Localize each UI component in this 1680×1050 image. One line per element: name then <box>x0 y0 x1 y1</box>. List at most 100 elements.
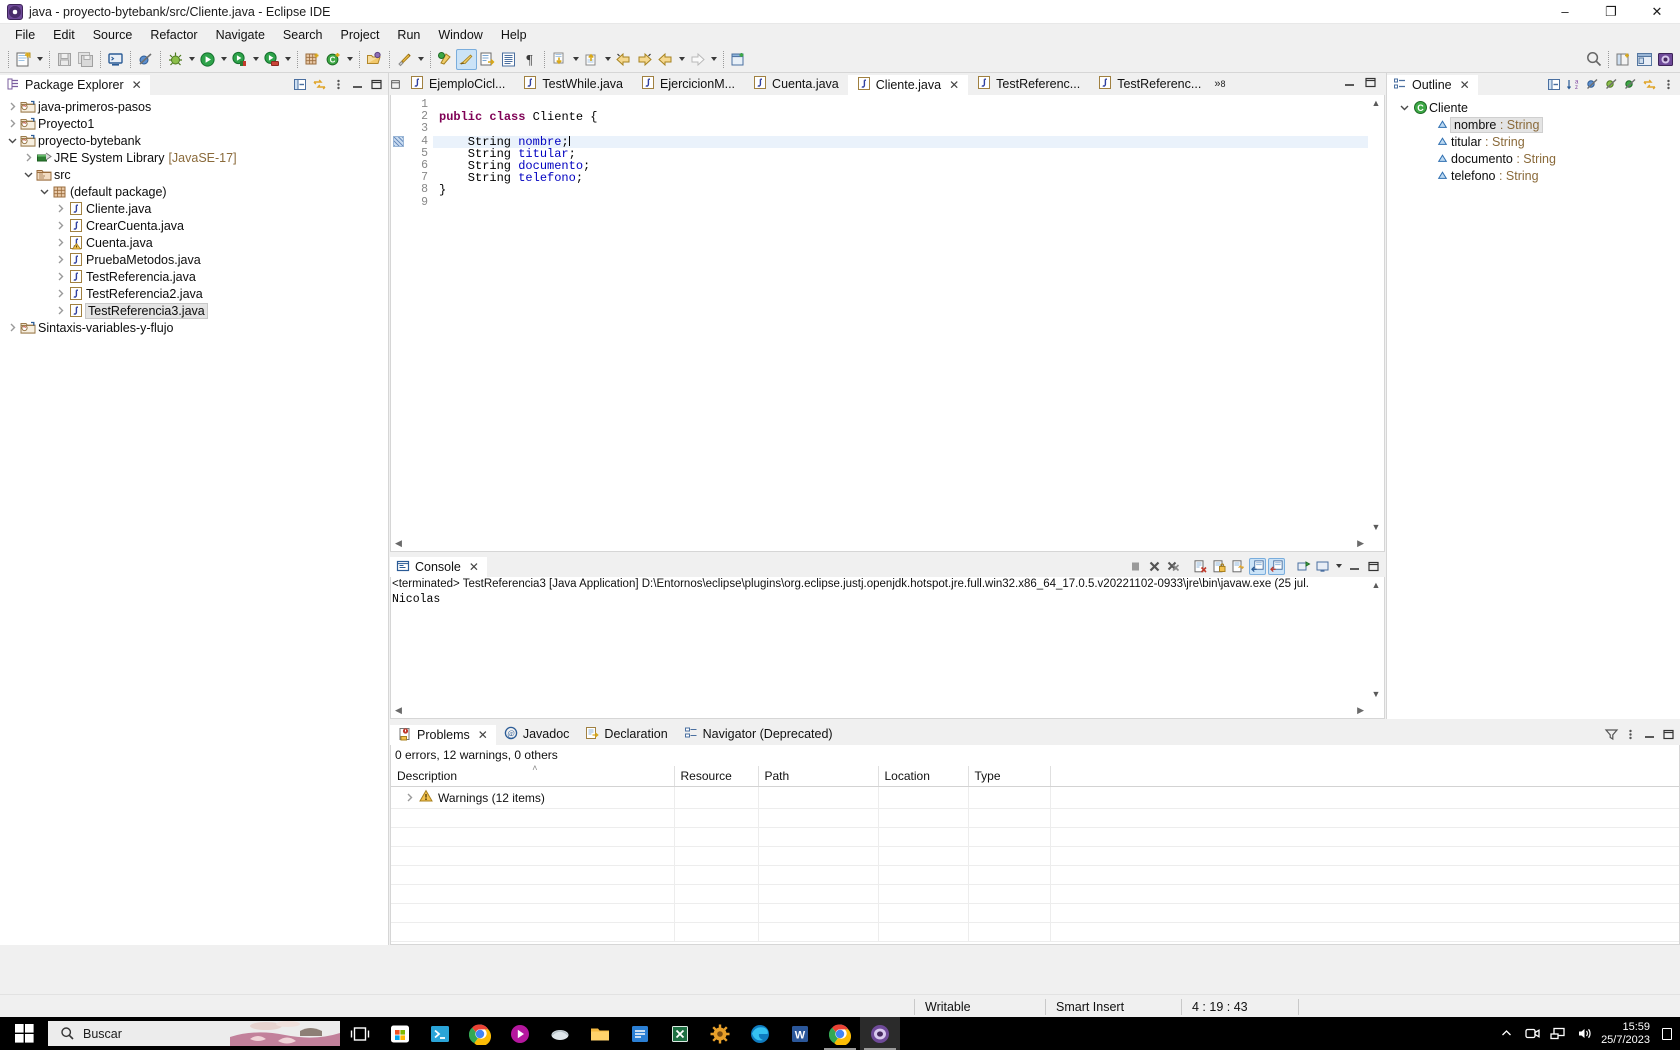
toggle-mark-occurrences-icon[interactable] <box>456 48 477 70</box>
back-icon[interactable] <box>655 49 676 70</box>
forward-dropdown-icon[interactable] <box>708 49 719 70</box>
console-horizontal-scrollbar[interactable]: ◀ ▶ <box>391 702 1368 718</box>
debug-icon[interactable] <box>165 49 186 70</box>
problems-panel-tab[interactable]: Declaration <box>577 723 675 745</box>
run-dropdown-icon[interactable] <box>218 49 229 70</box>
hide-static-icon[interactable] <box>1603 76 1620 93</box>
minimize-console-icon[interactable] <box>1346 558 1363 575</box>
search-tool-icon[interactable] <box>394 49 415 70</box>
menu-navigate[interactable]: Navigate <box>207 26 274 44</box>
clear-console-icon[interactable] <box>1192 558 1209 575</box>
pin-console-icon[interactable] <box>1295 558 1312 575</box>
hide-fields-icon[interactable] <box>1584 76 1601 93</box>
outline-item[interactable]: telefono : String <box>1387 167 1680 184</box>
link-with-editor-icon[interactable] <box>1641 76 1658 93</box>
editor-tab-list-icon[interactable] <box>390 73 401 95</box>
word-wrap-icon[interactable] <box>1230 558 1247 575</box>
pilcrow-icon[interactable]: ¶ <box>519 49 540 70</box>
chevron-right-icon[interactable] <box>54 272 67 281</box>
edge-icon[interactable] <box>740 1017 780 1050</box>
chevron-right-icon[interactable] <box>54 238 67 247</box>
column-header[interactable]: Type <box>968 766 1051 787</box>
editor-tab[interactable]: TestReferenc... <box>968 73 1090 95</box>
forward-to-icon[interactable] <box>634 49 655 70</box>
chrome2-icon[interactable] <box>820 1017 860 1050</box>
text-editor-icon[interactable] <box>620 1017 660 1050</box>
minimize-editor-icon[interactable] <box>1342 75 1357 93</box>
tree-item[interactable]: PruebaMetodos.java <box>0 251 388 268</box>
menu-project[interactable]: Project <box>332 26 389 44</box>
chevron-down-icon[interactable] <box>1397 103 1411 112</box>
column-header[interactable]: Description ˄ <box>391 763 675 787</box>
next-annotation-icon[interactable] <box>477 49 498 70</box>
view-menu-icon[interactable] <box>330 76 347 93</box>
problems-table-body[interactable]: Warnings (12 items) <box>391 786 1679 942</box>
show-console-on-output-icon[interactable] <box>1249 557 1266 575</box>
sort-icon[interactable]: az <box>1565 76 1582 93</box>
chevron-right-icon[interactable] <box>54 289 67 298</box>
column-header[interactable]: Path <box>758 766 879 787</box>
collapse-all-icon[interactable] <box>1546 76 1563 93</box>
new-window-icon[interactable] <box>728 49 749 70</box>
code-line[interactable]: String telefono; <box>433 172 1368 184</box>
run-icon[interactable] <box>197 49 218 70</box>
tree-item[interactable]: TestReferencia3.java <box>0 302 388 319</box>
hide-nonpublic-icon[interactable] <box>1622 76 1639 93</box>
new-wizard-icon[interactable] <box>13 49 34 70</box>
external-tools-dropdown-icon[interactable] <box>250 49 261 70</box>
tab-package-explorer[interactable]: Package Explorer ✕ <box>0 73 150 95</box>
column-header[interactable]: Resource <box>674 766 759 787</box>
start-button-icon[interactable] <box>0 1017 48 1050</box>
editor-horizontal-scrollbar[interactable]: ◀ ▶ <box>391 535 1368 551</box>
chevron-down-icon[interactable] <box>38 187 51 196</box>
maximize-view-icon[interactable] <box>368 76 385 93</box>
terminal-icon[interactable] <box>105 49 126 70</box>
volume-icon[interactable] <box>1571 1017 1597 1050</box>
scroll-left-icon[interactable]: ◀ <box>395 538 402 549</box>
editor-tab[interactable]: EjercicionM... <box>632 73 745 95</box>
menu-edit[interactable]: Edit <box>44 26 84 44</box>
chevron-right-icon[interactable] <box>22 153 35 162</box>
cell-description[interactable]: Warnings (12 items) <box>391 786 675 809</box>
editor-tab[interactable]: EjemploCicl... <box>401 73 515 95</box>
excel-icon[interactable] <box>660 1017 700 1050</box>
tree-item[interactable]: TestReferencia.java <box>0 268 388 285</box>
tree-item[interactable]: java-primeros-pasos <box>0 98 388 115</box>
outline-tree[interactable]: C Cliente nombre : String titular : String d… <box>1387 95 1680 184</box>
scroll-right-icon[interactable]: ▶ <box>1357 538 1364 549</box>
menu-search[interactable]: Search <box>274 26 332 44</box>
search-dropdown-icon[interactable] <box>415 49 426 70</box>
occurrence-marker-icon[interactable] <box>393 135 404 147</box>
link-with-editor-icon[interactable] <box>311 76 328 93</box>
eclipse-icon[interactable] <box>860 1017 900 1050</box>
filter-icon[interactable] <box>1603 726 1620 743</box>
open-type-icon[interactable] <box>364 49 385 70</box>
new-wizard-dropdown-icon[interactable] <box>34 49 45 70</box>
close-icon[interactable]: ✕ <box>469 560 479 574</box>
close-icon[interactable]: ✕ <box>949 78 959 92</box>
show-whitespace-icon[interactable] <box>498 49 519 70</box>
maximize-button[interactable]: ❐ <box>1588 0 1634 24</box>
network-icon[interactable] <box>1545 1017 1571 1050</box>
display-selected-console-icon[interactable] <box>1314 558 1331 575</box>
tree-item[interactable]: JRE System Library [JavaSE-17] <box>0 149 388 166</box>
menu-run[interactable]: Run <box>388 26 429 44</box>
problems-panel-tab[interactable]: Problems ✕ <box>390 723 496 745</box>
back-dropdown-icon[interactable] <box>676 49 687 70</box>
taskbar-clock[interactable]: 15:59 25/7/2023 <box>1597 1021 1660 1047</box>
source-code-text[interactable]: public class Cliente { String nombre; St… <box>433 95 1368 535</box>
last-edit-location-icon[interactable] <box>435 49 456 70</box>
step-over-icon[interactable] <box>581 49 602 70</box>
project-tree[interactable]: java-primeros-pasos Proyecto1 proyecto-byt… <box>0 95 388 945</box>
quick-access-search-icon[interactable] <box>1583 49 1604 70</box>
editor-vertical-scrollbar[interactable]: ▲ ▼ <box>1368 95 1384 535</box>
marker-column[interactable] <box>391 95 407 535</box>
taskbar-search-box[interactable]: Buscar <box>48 1021 340 1046</box>
scroll-right-icon[interactable]: ▶ <box>1357 705 1364 716</box>
chrome-icon[interactable] <box>460 1017 500 1050</box>
close-button[interactable]: ✕ <box>1634 0 1680 24</box>
code-line[interactable]: } <box>433 184 1368 196</box>
chevron-right-icon[interactable] <box>6 102 19 111</box>
editor-tab[interactable]: Cliente.java ✕ <box>847 73 969 95</box>
task-view-icon[interactable] <box>340 1017 380 1050</box>
